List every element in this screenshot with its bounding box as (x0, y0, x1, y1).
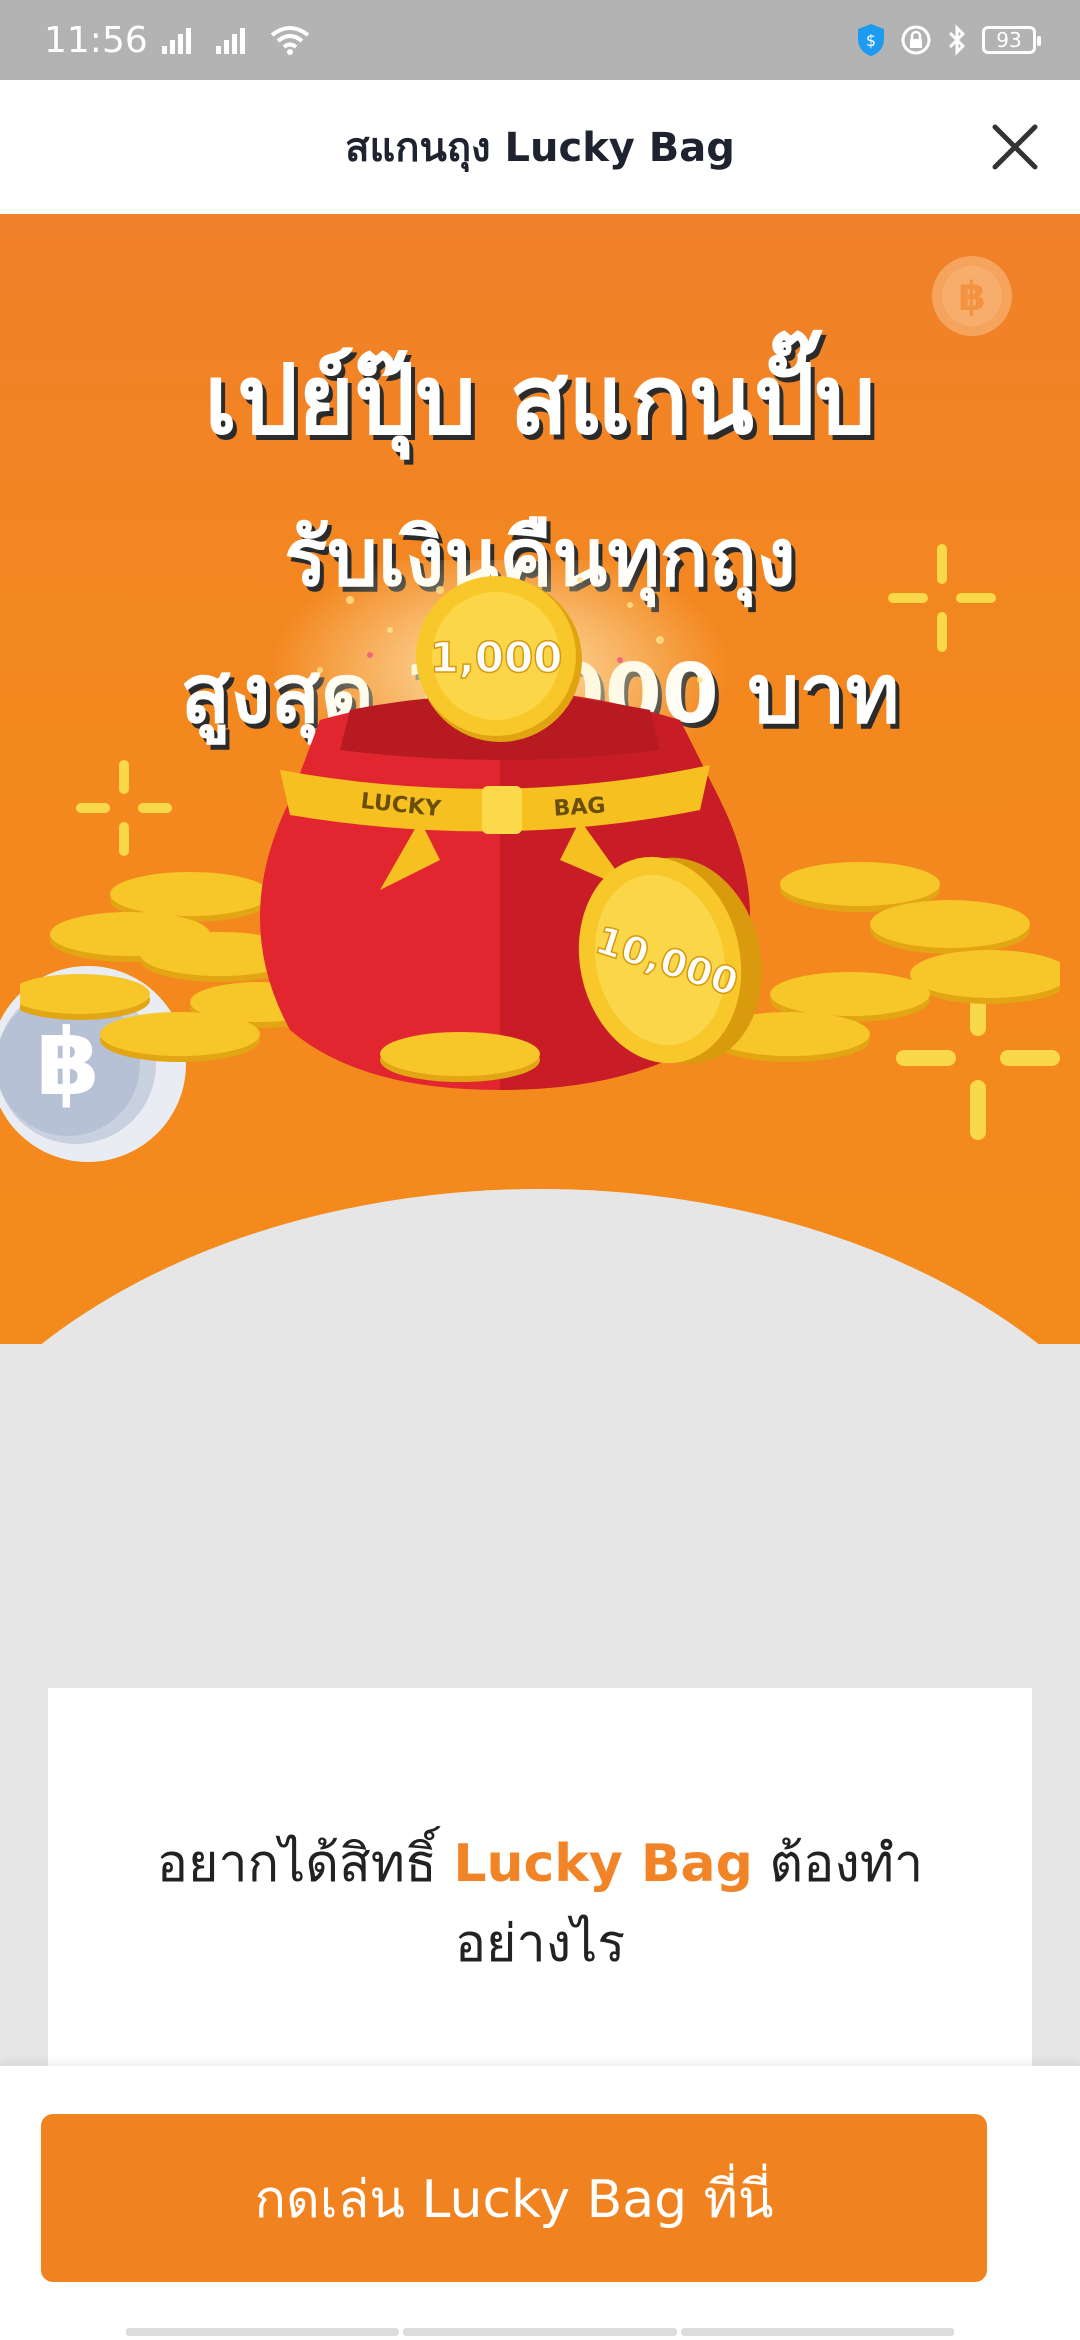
status-right: $ 93 (856, 23, 1041, 57)
lock-rotation-icon (901, 25, 931, 55)
status-left: 11:56 (44, 20, 310, 61)
battery-level: 93 (996, 28, 1022, 52)
signal-icon (161, 28, 191, 54)
bluetooth-icon (948, 24, 966, 56)
play-lucky-bag-button[interactable]: กดเล่น Lucky Bag ที่นี่ (41, 2114, 987, 2282)
signal-icon (215, 28, 245, 54)
baht-symbol: ฿ (958, 274, 986, 320)
nav-segment (403, 2328, 677, 2336)
status-time: 11:56 (44, 19, 148, 61)
info-title-accent: Lucky Bag (453, 1834, 753, 1894)
battery-icon: 93 (982, 26, 1041, 54)
play-lucky-bag-label: กดเล่น Lucky Bag ที่นี่ (254, 2169, 774, 2230)
wifi-icon (270, 26, 309, 55)
status-bar: 11:56 $ 93 (0, 0, 1080, 80)
close-icon (992, 124, 1038, 170)
baht-coin-icon: ฿ (932, 256, 1012, 336)
close-button[interactable] (980, 112, 1050, 182)
nav-segment (126, 2328, 400, 2336)
headline-main: เปย์ปุ๊บ สแกนปั๊บ (204, 344, 876, 456)
coin-1000-label: 1,000 (430, 633, 563, 682)
info-title-prefix: อยากได้สิทธิ์ (156, 1834, 454, 1894)
bottom-sheet: กดเล่น Lucky Bag ที่นี่ (0, 2066, 1080, 2340)
app-bar: สแกนถุง Lucky Bag (0, 80, 1080, 215)
svg-text:$: $ (866, 31, 876, 50)
gesture-nav-bar (126, 2328, 954, 2336)
page-title: สแกนถุง Lucky Bag (345, 125, 735, 171)
nav-segment (680, 2328, 954, 2336)
info-card-title: อยากได้สิทธิ์ Lucky Bag ต้องทำอย่างไร (108, 1824, 972, 1984)
lucky-bag-illustration: 1,000 LUCKY BAG 10,000 (20, 560, 1060, 1090)
hero-curve (0, 1189, 1080, 1344)
info-card: อยากได้สิทธิ์ Lucky Bag ต้องทำอย่างไร (48, 1688, 1032, 2108)
bag-label-bag: BAG (553, 793, 606, 822)
shield-icon: $ (858, 24, 884, 56)
